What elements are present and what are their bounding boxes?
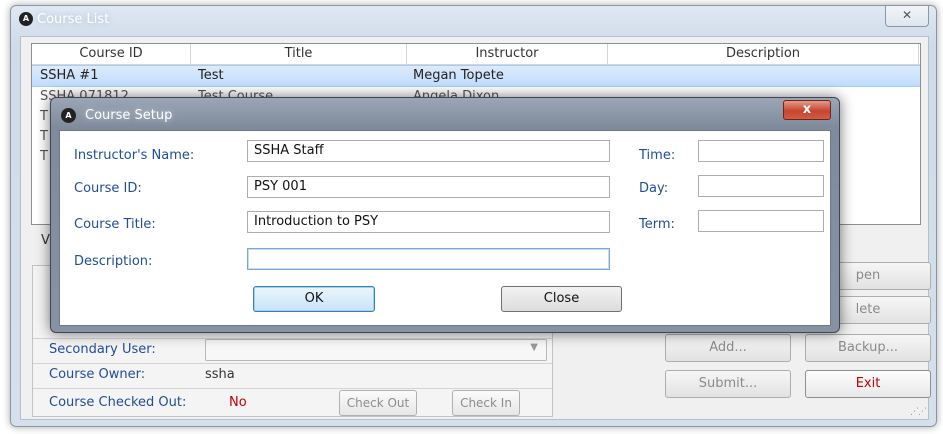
app-logo-icon: A	[19, 12, 33, 26]
checked-out-status: No	[229, 395, 247, 410]
checked-out-label: Course Checked Out:	[49, 395, 187, 410]
column-header-title[interactable]: Title	[191, 44, 407, 64]
app-logo-icon: A	[61, 108, 76, 123]
cell-title: Test	[198, 68, 224, 83]
dialog-client-area: Instructor's Name: SSHA Staff Course ID:…	[59, 130, 831, 326]
course-owner-label: Course Owner:	[49, 367, 146, 382]
ok-button[interactable]: OK	[253, 286, 375, 312]
cell-instructor: Megan Topete	[413, 68, 504, 83]
course-title-field[interactable]: Introduction to PSY	[247, 211, 610, 233]
add-button[interactable]: Add...	[665, 334, 791, 362]
column-header-course-id[interactable]: Course ID	[32, 44, 191, 64]
term-label: Term:	[639, 217, 675, 232]
secondary-user-dropdown[interactable]: ▼	[205, 339, 547, 361]
instructor-name-label: Instructor's Name:	[74, 148, 195, 163]
term-field[interactable]	[698, 210, 824, 232]
secondary-user-label: Secondary User:	[49, 342, 156, 357]
description-field[interactable]	[247, 248, 610, 270]
course-owner-value: ssha	[205, 367, 235, 382]
course-id-label: Course ID:	[74, 181, 142, 196]
chevron-down-icon: ▼	[530, 342, 538, 353]
course-title-label: Course Title:	[74, 217, 156, 232]
exit-button[interactable]: Exit	[805, 370, 931, 398]
window-title: Course List	[37, 12, 110, 27]
close-button[interactable]: Close	[501, 286, 622, 312]
check-in-button[interactable]: Check In	[452, 390, 520, 416]
dialog-title: Course Setup	[85, 108, 173, 123]
column-header-description[interactable]: Description	[608, 44, 919, 64]
window-close-button[interactable]: ✕	[885, 6, 929, 27]
time-field[interactable]	[698, 140, 824, 162]
resize-grip-icon[interactable]: ⋰⋰	[910, 407, 927, 417]
description-label: Description:	[74, 254, 153, 269]
partial-label: V	[41, 233, 50, 248]
course-owner-row: Course Owner: ssha	[33, 363, 552, 386]
course-id-field[interactable]: PSY 001	[247, 176, 610, 198]
dialog-close-button[interactable]: x	[783, 100, 831, 120]
cell-description	[605, 66, 915, 86]
cell-course-id: SSHA #1	[40, 68, 99, 83]
table-header: Course ID Title Instructor Description	[32, 44, 920, 65]
checked-out-row: Course Checked Out: No Check Out Check I…	[33, 388, 552, 416]
time-label: Time:	[639, 148, 676, 163]
backup-button[interactable]: Backup...	[805, 334, 931, 362]
day-label: Day:	[639, 181, 669, 196]
check-out-button[interactable]: Check Out	[339, 390, 417, 416]
table-row[interactable]: SSHA #1 Test Megan Topete	[32, 65, 920, 87]
secondary-user-row: Secondary User: ▼	[33, 338, 552, 361]
course-setup-dialog: A Course Setup x Instructor's Name: SSHA…	[50, 97, 840, 333]
submit-button[interactable]: Submit...	[665, 370, 791, 398]
instructor-name-field[interactable]: SSHA Staff	[247, 140, 610, 162]
day-field[interactable]	[698, 175, 824, 197]
column-header-instructor[interactable]: Instructor	[407, 44, 608, 64]
